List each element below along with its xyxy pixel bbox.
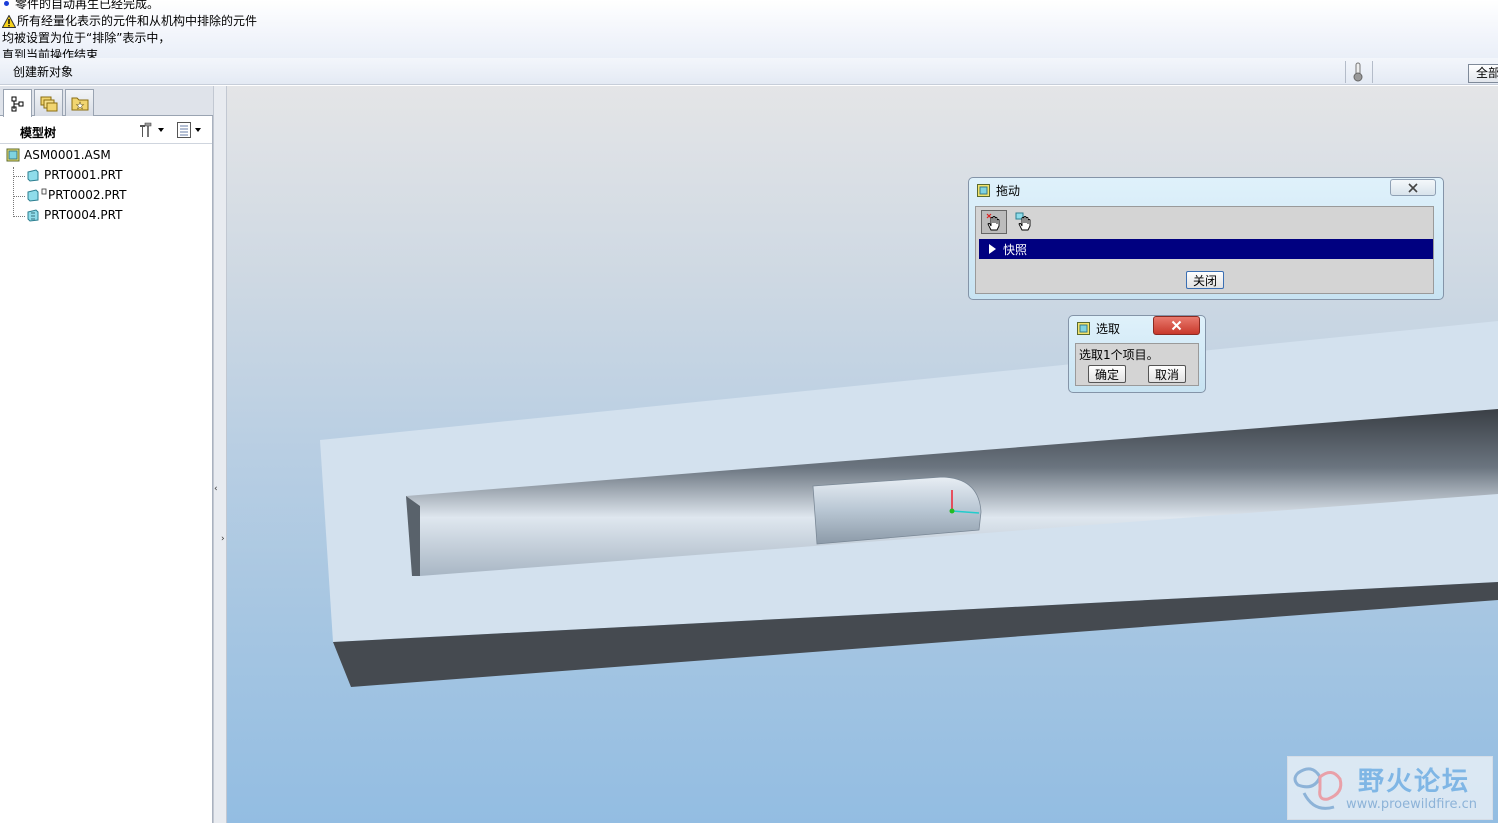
expand-right-icon[interactable]: › bbox=[221, 534, 225, 544]
dialog-titlebar[interactable]: 选取 bbox=[1069, 316, 1120, 340]
close-button[interactable] bbox=[1390, 179, 1436, 196]
panel-sash[interactable]: ‹ › bbox=[213, 86, 227, 823]
tree-connector bbox=[14, 176, 25, 177]
model-tree-icon bbox=[11, 96, 23, 111]
close-button[interactable] bbox=[1153, 316, 1200, 335]
message-line: 零件的自动再生已经完成。 bbox=[2, 0, 159, 13]
message-line: 所有经量化表示的元件和从机构中排除的元件 bbox=[2, 13, 257, 30]
drag-dialog-body: 快照 关闭 bbox=[975, 206, 1434, 294]
drag-dialog: 拖动 快照 关闭 bbox=[968, 177, 1444, 300]
tree-connector bbox=[13, 167, 14, 217]
message-text: 均被设置为位于“排除”表示中， bbox=[2, 31, 171, 45]
thermometer-icon bbox=[1353, 62, 1363, 82]
watermark-url: www.proewildfire.cn bbox=[1346, 797, 1477, 812]
dialog-app-icon bbox=[977, 183, 990, 197]
watermark-logo-icon bbox=[1293, 767, 1343, 810]
status-divider bbox=[1372, 61, 1373, 83]
assembly-icon bbox=[6, 148, 20, 162]
cancel-button[interactable]: 取消 bbox=[1148, 365, 1186, 383]
select-dialog: 选取 选取1个项目。 确定 取消 bbox=[1068, 315, 1206, 393]
chevron-down-icon bbox=[195, 128, 201, 132]
model-tree-title: 模型树 bbox=[20, 126, 57, 140]
status-text: 创建新对象 bbox=[13, 65, 74, 79]
message-text: 所有经量化表示的元件和从机构中排除的元件 bbox=[17, 14, 258, 28]
point-drag-button[interactable] bbox=[981, 210, 1007, 234]
dialog-title: 选取 bbox=[1096, 321, 1121, 336]
close-dialog-button[interactable]: 关闭 bbox=[1186, 271, 1224, 289]
tree-connector bbox=[14, 216, 25, 217]
folder-browser-icon bbox=[40, 96, 57, 112]
model-tree-toolbar: 模型树 bbox=[0, 118, 212, 144]
tree-item-label: PRT0004.PRT bbox=[44, 208, 123, 222]
section-label: 快照 bbox=[1003, 242, 1028, 257]
tree-item[interactable]: PRT0002.PRT bbox=[26, 186, 126, 204]
tab-folder-browser[interactable] bbox=[34, 89, 63, 116]
message-line: 均被设置为位于“排除”表示中， bbox=[2, 30, 170, 47]
message-text: 直到当前操作结束 bbox=[2, 48, 99, 58]
tree-root-assembly[interactable]: ASM0001.ASM bbox=[6, 146, 111, 164]
message-area: 零件的自动再生已经完成。 所有经量化表示的元件和从机构中排除的元件 均被设置为位… bbox=[0, 0, 1498, 58]
show-list-icon bbox=[177, 122, 191, 138]
dialog-titlebar[interactable]: 拖动 bbox=[969, 178, 1020, 202]
drag-hand-icon bbox=[986, 213, 1000, 231]
tab-model-tree[interactable] bbox=[3, 89, 32, 117]
expand-triangle-icon bbox=[989, 244, 996, 254]
status-bar: 创建新对象 bbox=[0, 58, 1498, 85]
navigator-panel: 模型树 ASM0001.ASM PRT0001.PRT PRT0002.PRT … bbox=[0, 86, 213, 823]
select-dialog-body: 选取1个项目。 确定 取消 bbox=[1075, 343, 1199, 386]
tab-favorites[interactable] bbox=[65, 89, 94, 116]
chevron-down-icon bbox=[158, 128, 164, 132]
tree-show-button[interactable] bbox=[176, 121, 201, 139]
message-line: 直到当前操作结束 bbox=[2, 47, 98, 58]
tree-item-label: PRT0001.PRT bbox=[44, 168, 123, 182]
close-icon bbox=[1171, 320, 1182, 331]
part-excluded-icon bbox=[27, 188, 47, 202]
tree-item-label: PRT0002.PRT bbox=[48, 188, 127, 202]
origin-point-icon bbox=[949, 508, 955, 514]
tree-item[interactable]: PRT0004.PRT bbox=[26, 206, 122, 224]
tree-settings-button[interactable] bbox=[137, 121, 164, 139]
message-text: 零件的自动再生已经完成。 bbox=[15, 0, 160, 11]
tree-connector bbox=[14, 196, 25, 197]
body-drag-button[interactable] bbox=[1012, 210, 1038, 234]
part-icon bbox=[27, 209, 39, 222]
favorites-folder-icon bbox=[71, 97, 88, 111]
collapse-left-icon[interactable]: ‹ bbox=[214, 484, 218, 494]
tree-item-label: ASM0001.ASM bbox=[24, 148, 111, 162]
dialog-app-icon bbox=[1077, 321, 1090, 335]
warning-icon bbox=[2, 15, 16, 28]
select-prompt: 选取1个项目。 bbox=[1079, 348, 1159, 362]
snapshot-section-header[interactable]: 快照 bbox=[979, 239, 1433, 259]
watermark: 野火论坛 www.proewildfire.cn bbox=[1287, 756, 1493, 820]
dialog-title: 拖动 bbox=[996, 183, 1021, 198]
close-icon bbox=[1408, 182, 1418, 193]
ok-button[interactable]: 确定 bbox=[1088, 365, 1126, 383]
status-divider bbox=[1345, 61, 1346, 83]
tree-item[interactable]: PRT0001.PRT bbox=[26, 166, 122, 184]
info-bullet-icon bbox=[4, 1, 9, 6]
watermark-name: 野火论坛 bbox=[1358, 767, 1471, 797]
selection-filter-dropdown[interactable]: 全部 bbox=[1468, 64, 1498, 83]
tools-icon bbox=[140, 122, 152, 137]
body-drag-hand-icon bbox=[1015, 212, 1031, 231]
part-icon bbox=[27, 169, 39, 182]
navigator-tabs bbox=[0, 86, 213, 117]
